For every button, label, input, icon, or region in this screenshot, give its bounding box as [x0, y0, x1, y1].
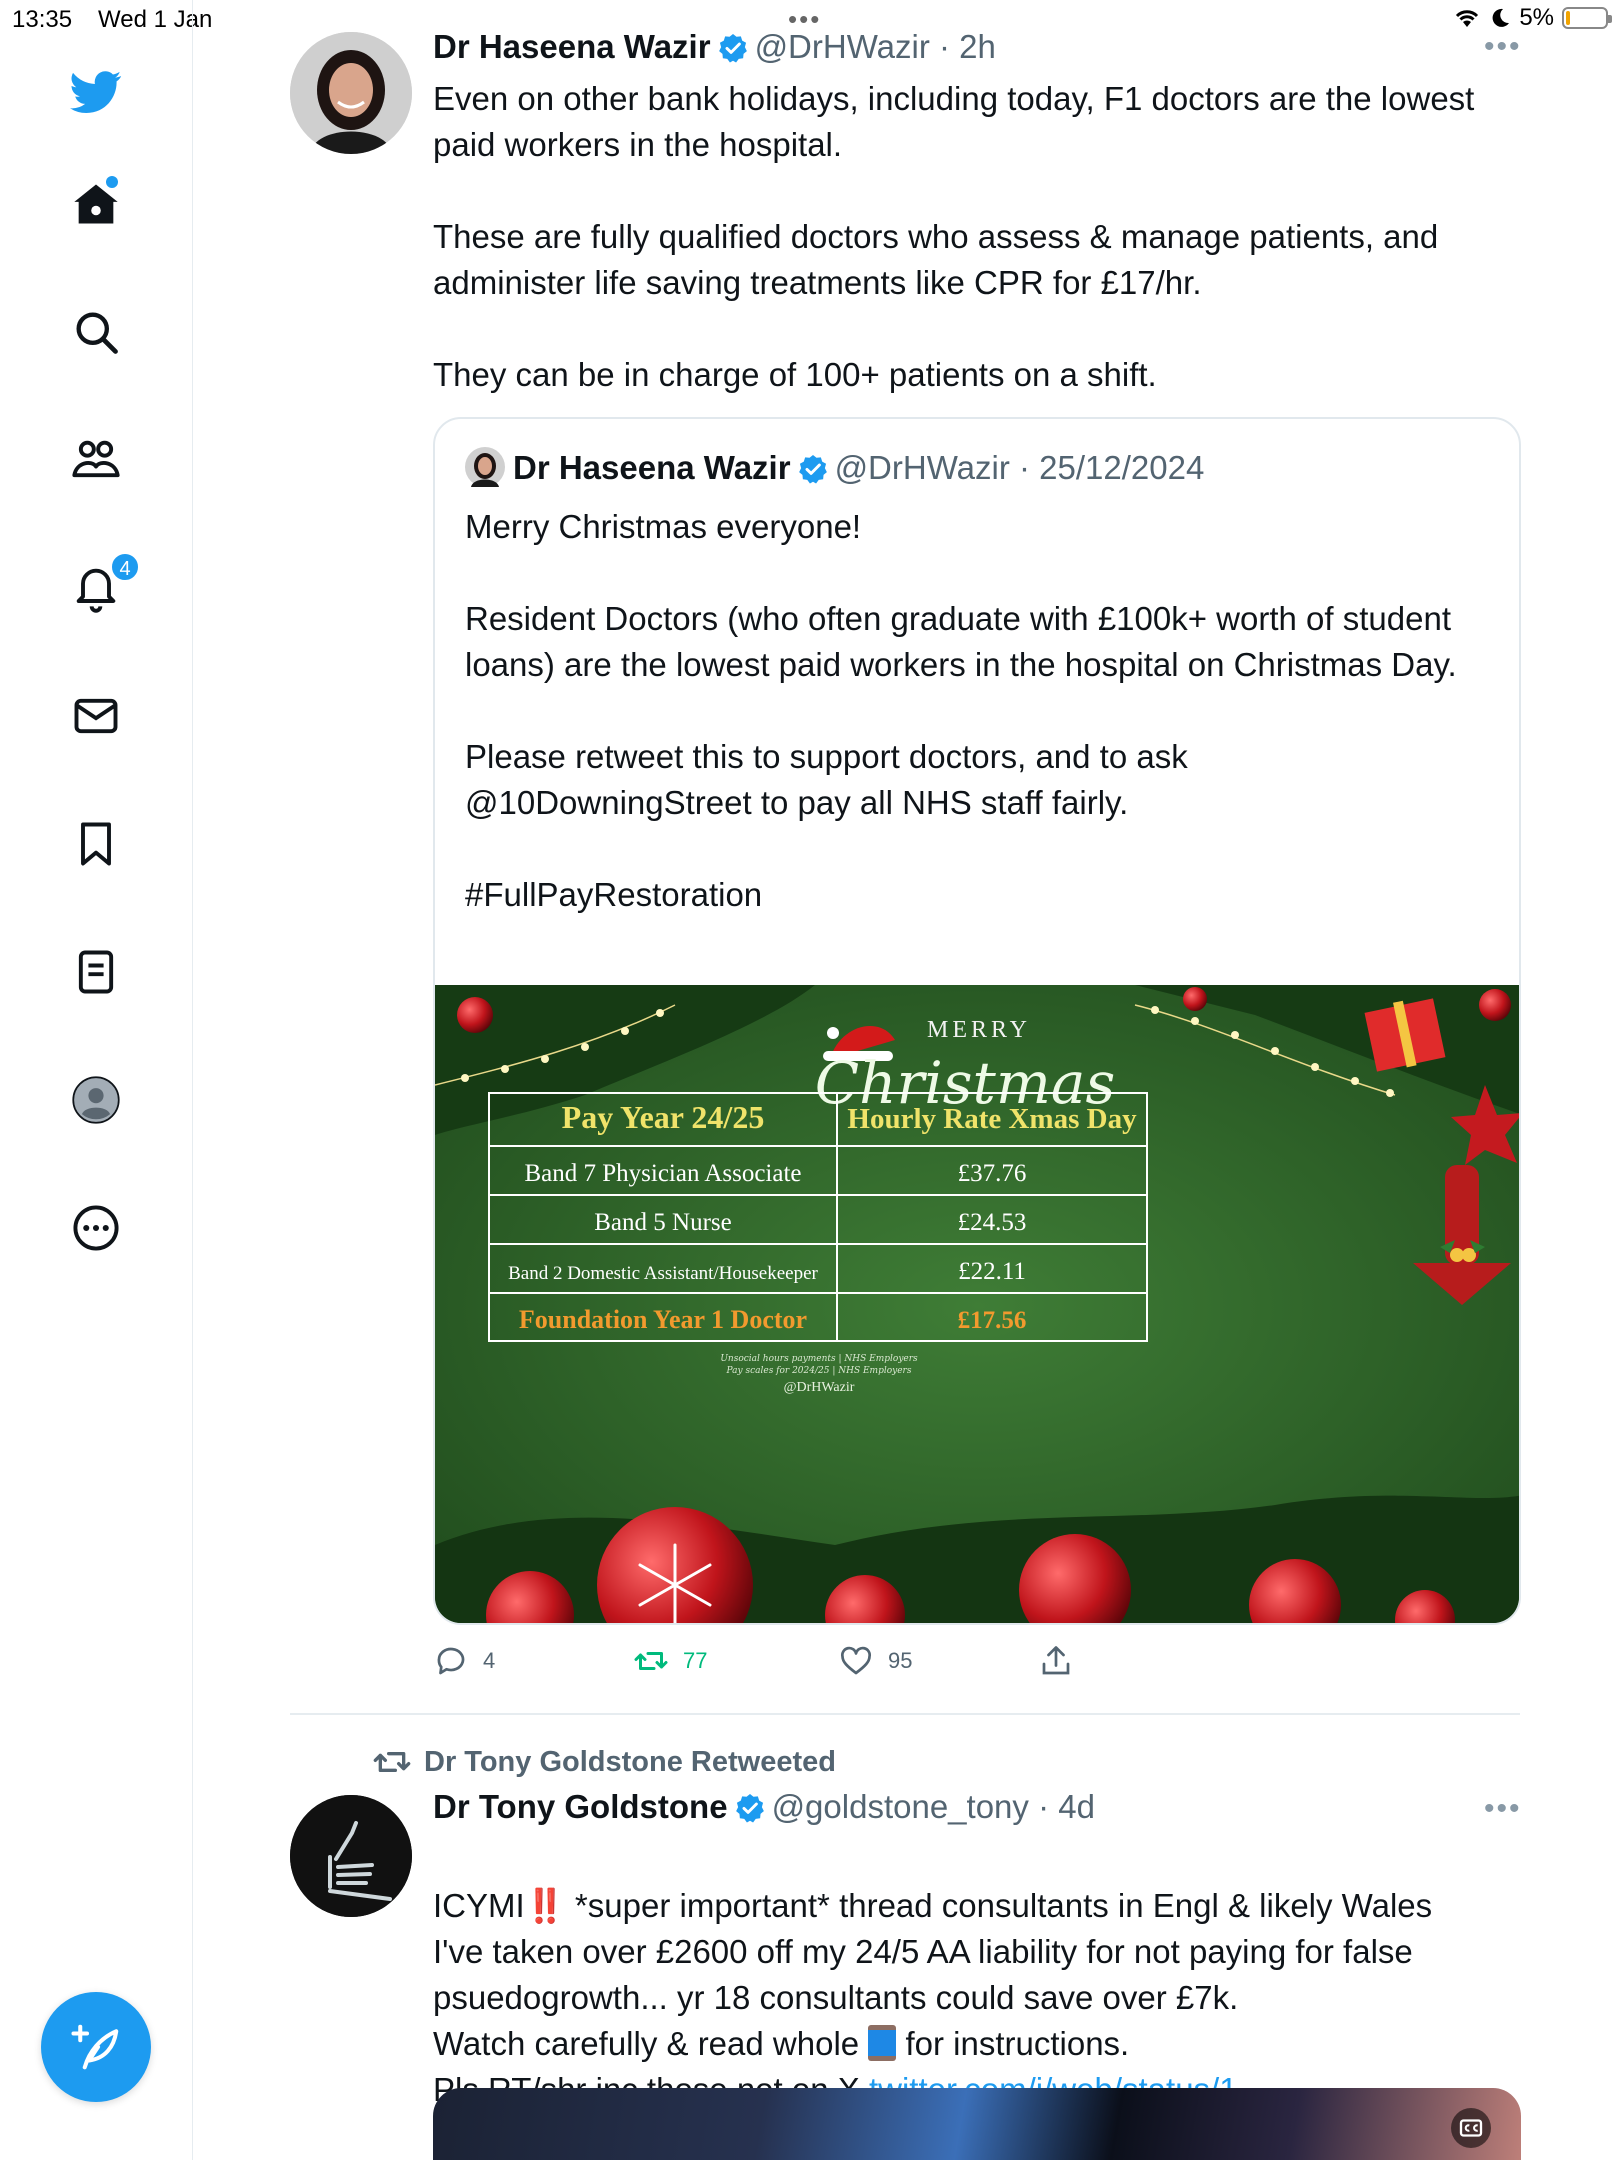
table-row-role: Band 5 Nurse — [594, 1209, 731, 1236]
quote-avatar[interactable] — [465, 447, 505, 487]
nav-notifications[interactable]: 4 — [66, 552, 140, 618]
heart-icon — [841, 1646, 871, 1675]
tweet-image[interactable]: MERRY Christmas Pay Year 24/25 Hourly Ra… — [435, 985, 1519, 1623]
table-row-role: Band 7 Physician Associate — [524, 1160, 801, 1187]
avatar-skeleton-thumbs-up — [290, 1795, 412, 1917]
tweet-text-body-2: for instructions. — [896, 2025, 1130, 2062]
reply-button[interactable]: 4 — [433, 1643, 495, 1679]
author-name[interactable]: Dr Haseena Wazir — [433, 28, 711, 65]
retweeted-by-text: Dr Tony Goldstone Retweeted — [424, 1745, 836, 1778]
verified-badge-icon — [718, 34, 747, 63]
quote-date: 25/12/2024 — [1039, 449, 1205, 486]
christmas-pay-graphic: MERRY Christmas Pay Year 24/25 Hourly Ra… — [435, 985, 1519, 1623]
nav-more[interactable] — [66, 1198, 126, 1258]
sidebar: 4 — [0, 0, 193, 2160]
table-header-hourly-rate: Hourly Rate Xmas Day — [847, 1103, 1137, 1135]
table-row-role: Foundation Year 1 Doctor — [519, 1305, 807, 1334]
nav-bookmarks[interactable] — [66, 814, 126, 874]
nav-lists[interactable] — [66, 942, 126, 1002]
verified-badge-icon — [735, 1794, 764, 1823]
table-row-role: Band 2 Domestic Assistant/Housekeeper — [508, 1263, 818, 1284]
retweet-button[interactable]: 77 — [633, 1643, 707, 1679]
search-icon — [76, 312, 118, 354]
share-button[interactable] — [1038, 1643, 1074, 1679]
tweet-header: Dr Tony Goldstone @goldstone_tony · 4d — [433, 1788, 1095, 1825]
more-options-icon[interactable]: ••• — [1484, 1792, 1522, 1826]
wifi-icon — [1456, 10, 1479, 27]
retweeted-label[interactable]: Dr Tony Goldstone Retweeted — [372, 1742, 836, 1782]
table-row-rate: £37.76 — [958, 1160, 1027, 1187]
tweet-text-icymi: ICYMI — [433, 1887, 525, 1924]
image-credit: @DrHWazir — [784, 1380, 855, 1395]
tweet-actions: 4 77 95 — [433, 1643, 1133, 1685]
profile-icon — [72, 1076, 120, 1124]
list-icon — [78, 950, 114, 994]
moon-icon — [1492, 8, 1510, 27]
nav-profile[interactable] — [66, 1070, 126, 1130]
nav-messages[interactable] — [66, 686, 126, 746]
tweet-text: ICYMI‼️ *super important* thread consult… — [433, 1837, 1553, 2113]
nav-home[interactable] — [66, 174, 126, 234]
quoted-tweet[interactable]: Dr Haseena Wazir @DrHWazir · 25/12/2024 M… — [433, 417, 1521, 1625]
twitter-logo[interactable] — [66, 62, 126, 122]
retweet-count: 77 — [683, 1648, 708, 1673]
verified-badge-icon — [798, 455, 827, 484]
home-new-dot — [106, 176, 118, 188]
source-caption-1: Unsocial hours payments | NHS Employers — [720, 1354, 918, 1364]
like-button[interactable]: 95 — [838, 1643, 912, 1679]
thread-spool-icon — [868, 2025, 897, 2061]
people-icon — [72, 440, 120, 478]
table-header-pay-year: Pay Year 24/25 — [562, 1099, 765, 1135]
nav-explore[interactable] — [66, 302, 126, 362]
battery-percent: 5% — [1519, 4, 1554, 31]
bird-icon — [70, 71, 122, 114]
table-row-rate: £24.53 — [958, 1209, 1027, 1236]
battery-icon — [1562, 7, 1612, 29]
mail-icon — [74, 698, 118, 734]
retweet-icon — [634, 1652, 668, 1670]
tweet-divider — [290, 1713, 1520, 1715]
nav-communities[interactable] — [66, 430, 126, 490]
status-icons: 5% — [1453, 4, 1612, 32]
tweet-text-line1: *super important* thread consultants in … — [565, 1887, 1433, 1924]
author-name[interactable]: Dr Tony Goldstone — [433, 1788, 728, 1825]
notifications-badge: 4 — [110, 552, 140, 582]
more-circle-icon — [73, 1205, 119, 1251]
avatar[interactable] — [290, 32, 412, 154]
table-row-rate: £17.56 — [958, 1307, 1027, 1334]
author-handle[interactable]: @DrHWazir — [755, 28, 930, 65]
reply-icon — [437, 1647, 465, 1675]
reply-count: 4 — [483, 1648, 496, 1673]
compose-feather-icon — [71, 2024, 119, 2070]
author-handle[interactable]: @goldstone_tony — [772, 1788, 1029, 1825]
tweet-video-preview[interactable] — [433, 2088, 1521, 2160]
table-row-rate: £22.11 — [958, 1258, 1026, 1285]
captions-icon[interactable] — [1451, 2108, 1491, 2148]
quote-header: Dr Haseena Wazir @DrHWazir · 25/12/2024 — [465, 447, 1204, 487]
tweet-time[interactable]: 2h — [959, 28, 996, 65]
quote-text: Merry Christmas everyone! Resident Docto… — [465, 508, 1457, 913]
like-count: 95 — [888, 1648, 913, 1673]
bookmark-icon — [81, 822, 111, 866]
tweet-header: Dr Haseena Wazir @DrHWazir · 2h — [433, 28, 996, 65]
quote-author-handle: @DrHWazir — [834, 449, 1010, 486]
source-caption-2: Pay scales for 2024/25 | NHS Employers — [726, 1366, 912, 1376]
quote-author-name: Dr Haseena Wazir — [513, 449, 791, 486]
avatar-portrait — [290, 32, 412, 154]
share-icon — [1042, 1646, 1070, 1675]
avatar[interactable] — [290, 1795, 412, 1917]
tweet-time[interactable]: 4d — [1058, 1788, 1095, 1825]
double-exclamation-icon: ‼️ — [524, 1887, 566, 1924]
tweet-text: Even on other bank holidays, including t… — [433, 80, 1475, 393]
merry-text: MERRY — [927, 1017, 1031, 1043]
more-options-icon[interactable]: ••• — [1484, 30, 1522, 64]
compose-button[interactable] — [41, 1992, 151, 2102]
retweet-icon — [373, 1752, 411, 1772]
